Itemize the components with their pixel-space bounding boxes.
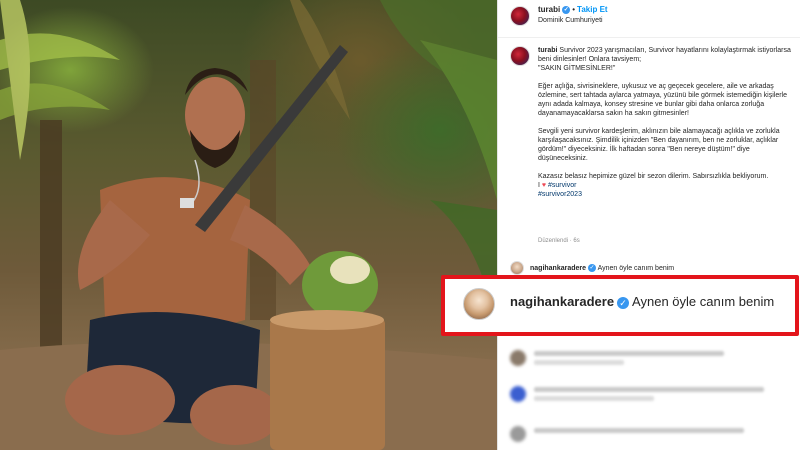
verified-badge-icon: ✓	[588, 264, 597, 272]
caption-paragraph: Kazasız belasız hepimize güzel bir sezon…	[538, 172, 793, 199]
caption-line: Survivor 2023 yarışmacıları, Survivor ha…	[538, 47, 791, 63]
caption-line: I	[538, 182, 540, 189]
caption-line: Kazasız belasız hepimize güzel bir sezon…	[538, 173, 769, 180]
blurred-text	[534, 428, 744, 433]
author-username[interactable]: turabi	[538, 5, 560, 14]
caption-paragraph: Sevgili yeni survivor kardeşlerim, aklın…	[538, 128, 780, 162]
post-photo	[0, 0, 497, 450]
blurred-comment	[510, 384, 790, 406]
blurred-avatar	[510, 386, 526, 402]
hashtag-link[interactable]: #survivor2023	[538, 191, 582, 198]
hashtag-link[interactable]: #survivor	[548, 182, 576, 189]
separator-dot: •	[572, 5, 576, 14]
post-caption: turabi Survivor 2023 yarışmacıları, Surv…	[538, 46, 793, 208]
survivor-photo-illustration	[0, 0, 497, 450]
blurred-comment	[510, 348, 790, 370]
comment-username[interactable]: nagihankaradere	[530, 265, 586, 272]
comment-text-line: nagihankaradere ✓ Aynen öyle canım benim	[530, 264, 674, 272]
blurred-text	[534, 387, 764, 392]
blurred-comment	[510, 424, 790, 446]
verified-badge-icon: ✓	[617, 296, 630, 309]
highlighted-comment: nagihankaradere ✓ Aynen öyle canım benim	[510, 294, 774, 309]
verified-badge-icon: ✓	[562, 5, 571, 14]
post-location[interactable]: Dominik Cumhuriyeti	[538, 17, 603, 24]
caption-intro: turabi Survivor 2023 yarışmacıları, Surv…	[538, 46, 793, 73]
blurred-avatar	[510, 350, 526, 366]
post-header: turabi ✓ • Takip Et Dominik Cumhuriyeti	[498, 0, 800, 38]
blurred-text	[534, 396, 654, 401]
edited-timestamp: Düzenlendi · 6s	[538, 238, 580, 244]
blurred-avatar	[510, 426, 526, 442]
highlighted-comment-box: nagihankaradere ✓ Aynen öyle canım benim	[441, 275, 799, 336]
highlighted-commenter-avatar[interactable]	[463, 288, 495, 320]
author-line: turabi ✓ • Takip Et	[538, 5, 608, 14]
blurred-text	[534, 360, 624, 365]
commenter-avatar[interactable]	[510, 261, 524, 275]
caption-line: "SAKIN GİTMESİNLER!"	[538, 65, 616, 72]
heart-icon: ♥	[541, 182, 547, 189]
caption-author-avatar[interactable]	[510, 46, 530, 66]
follow-button[interactable]: Takip Et	[577, 5, 608, 14]
comment-text: Aynen öyle canım benim	[597, 264, 675, 272]
caption-username[interactable]: turabi	[538, 47, 557, 54]
instagram-post-panel: turabi ✓ • Takip Et Dominik Cumhuriyeti tur…	[497, 0, 800, 450]
blurred-text	[534, 351, 724, 356]
author-avatar[interactable]	[510, 6, 530, 26]
highlighted-comment-username[interactable]: nagihankaradere	[510, 294, 614, 309]
caption-paragraph: Eğer açlığa, sivrisineklere, uykusuz ve …	[538, 83, 788, 117]
highlighted-comment-text: Aynen öyle canım benim	[632, 294, 775, 309]
